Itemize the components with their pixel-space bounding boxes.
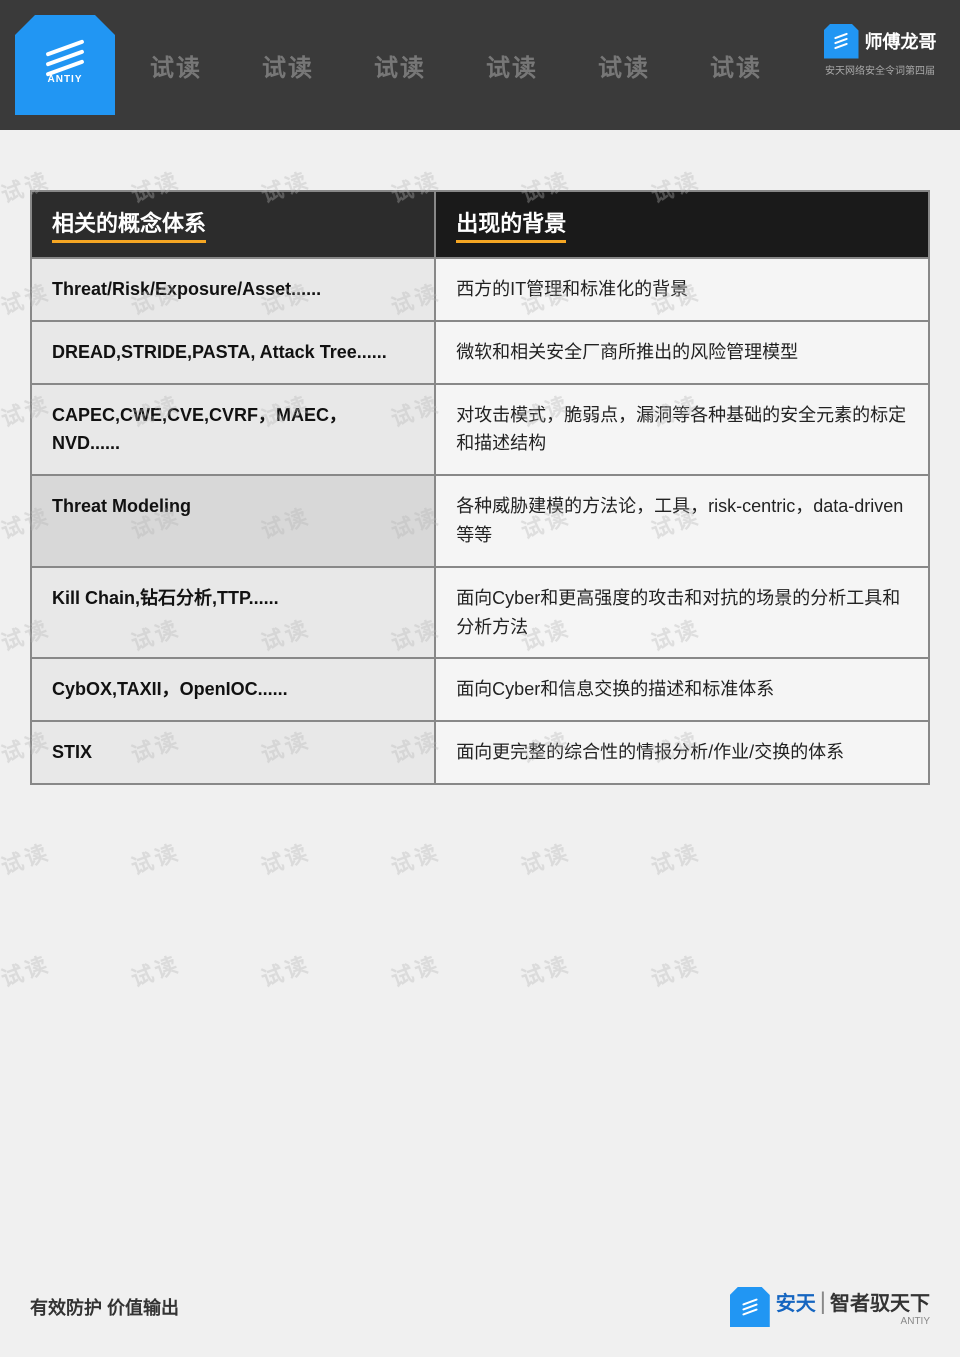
row5-col2: 面向Cyber和更高强度的攻击和对抗的场景的分析工具和分析方法 (435, 567, 928, 659)
row7-col2: 面向更完整的综合性的情报分析/作业/交换的体系 (435, 721, 928, 783)
row1-col1: Threat/Risk/Exposure/Asset...... (32, 258, 435, 321)
table-row: Kill Chain,钻石分析,TTP...... 面向Cyber和更高强度的攻… (32, 567, 928, 659)
header-wm-3: 试读 (344, 48, 456, 83)
footer-right-brand: 安天 | 智者驭天下 ANTIY (730, 1287, 930, 1327)
main-content: 相关的概念体系 出现的背景 Threat/Risk/Exposure/Asset… (0, 130, 960, 815)
concepts-table: 相关的概念体系 出现的背景 Threat/Risk/Exposure/Asset… (32, 192, 928, 783)
antiy-logo-small-lines-icon (834, 35, 848, 47)
row1-col2: 西方的IT管理和标准化的背景 (435, 258, 928, 321)
header-wm-6: 试读 (680, 48, 780, 83)
wm-r7-2: 试读 (126, 834, 184, 881)
header-watermark-area: 试读 试读 试读 试读 试读 试读 试读 (120, 0, 780, 130)
antiy-logo-small-icon (824, 24, 859, 59)
header-wm-1: 试读 (120, 48, 232, 83)
row2-col1: DREAD,STRIDE,PASTA, Attack Tree...... (32, 321, 435, 384)
footer-tagline-left: 有效防护 价值输出 (30, 1294, 179, 1320)
header-wm-5: 试读 (568, 48, 680, 83)
row5-col1: Kill Chain,钻石分析,TTP...... (32, 567, 435, 659)
header-right-logo: 师傅龙哥 安天网络安全令词第四届 (815, 10, 945, 90)
wm-r7-6: 试读 (646, 834, 704, 881)
row2-col2: 微软和相关安全厂商所推出的风险管理模型 (435, 321, 928, 384)
footer-logo-lines-icon (742, 1301, 758, 1313)
right-logo-subtitle: 安天网络安全令词第四届 (825, 62, 935, 77)
table-row: DREAD,STRIDE,PASTA, Attack Tree...... 微软… (32, 321, 928, 384)
row6-col2: 面向Cyber和信息交换的描述和标准体系 (435, 658, 928, 721)
table-row: CybOX,TAXII，OpenIOC...... 面向Cyber和信息交换的描… (32, 658, 928, 721)
header: ANTIY 试读 试读 试读 试读 试读 试读 试读 师傅龙哥 安天网络安全令词… (0, 0, 960, 130)
table-row-threat-modeling: Threat Modeling 各种威胁建模的方法论，工具，risk-centr… (32, 475, 928, 567)
footer-logo-icon (730, 1287, 770, 1327)
col2-header-text: 出现的背景 (456, 206, 566, 243)
header-right-logo-top: 师傅龙哥 (824, 24, 937, 59)
wm-r8-3: 试读 (256, 946, 314, 993)
main-table-container: 相关的概念体系 出现的背景 Threat/Risk/Exposure/Asset… (30, 190, 930, 785)
footer-subtitle: ANTIY (776, 1316, 930, 1327)
wm-r7-3: 试读 (256, 834, 314, 881)
row6-col1: CybOX,TAXII，OpenIOC...... (32, 658, 435, 721)
col2-header: 出现的背景 (435, 192, 928, 258)
header-wm-4: 试读 (456, 48, 568, 83)
logo-antiy-label: ANTIY (48, 74, 83, 85)
footer-brand-text: 安天 | 智者驭天下 ANTIY (776, 1287, 930, 1327)
wm-r8-5: 试读 (516, 946, 574, 993)
table-row: CAPEC,CWE,CVE,CVRF，MAEC，NVD...... 对攻击模式，… (32, 384, 928, 476)
table-row: Threat/Risk/Exposure/Asset...... 西方的IT管理… (32, 258, 928, 321)
footer-antiy-label: 安天 (776, 1287, 816, 1316)
wm-r7-5: 试读 (516, 834, 574, 881)
row7-col1: STIX (32, 721, 435, 783)
footer-divider-icon: | (820, 1288, 826, 1316)
row4-col1: Threat Modeling (32, 475, 435, 567)
footer-tagline-right: 智者驭天下 (830, 1287, 930, 1316)
wm-r8-2: 试读 (126, 946, 184, 993)
row4-col2: 各种威胁建模的方法论，工具，risk-centric，data-driven等等 (435, 475, 928, 567)
header-wm-2: 试读 (232, 48, 344, 83)
right-logo-title: 师傅龙哥 (865, 28, 937, 54)
wm-r7-1: 试读 (0, 834, 54, 881)
footer-brand-top: 安天 | 智者驭天下 (776, 1287, 930, 1316)
logo-lines-icon (45, 46, 85, 70)
antiy-logo: ANTIY (15, 15, 115, 115)
wm-r8-6: 试读 (646, 946, 704, 993)
wm-r8-4: 试读 (386, 946, 444, 993)
row3-col1: CAPEC,CWE,CVE,CVRF，MAEC，NVD...... (32, 384, 435, 476)
table-row: STIX 面向更完整的综合性的情报分析/作业/交换的体系 (32, 721, 928, 783)
wm-r7-4: 试读 (386, 834, 444, 881)
row3-col2: 对攻击模式，脆弱点，漏洞等各种基础的安全元素的标定和描述结构 (435, 384, 928, 476)
footer: 有效防护 价值输出 安天 | 智者驭天下 ANTIY (30, 1287, 930, 1327)
wm-r8-1: 试读 (0, 946, 54, 993)
col1-header: 相关的概念体系 (32, 192, 435, 258)
col1-header-text: 相关的概念体系 (52, 206, 206, 243)
